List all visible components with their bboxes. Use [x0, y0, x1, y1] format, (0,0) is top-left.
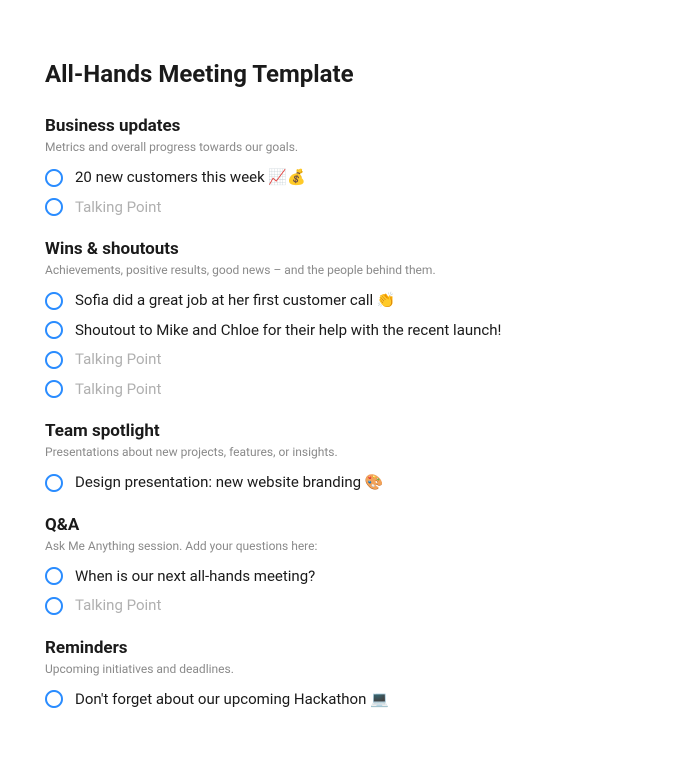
item-list: Sofia did a great job at her first custo… [45, 291, 639, 399]
list-item[interactable]: Don't forget about our upcoming Hackatho… [45, 690, 639, 710]
item-text[interactable]: Design presentation: new website brandin… [75, 473, 383, 493]
item-placeholder-text[interactable]: Talking Point [75, 380, 161, 400]
section: Reminders Upcoming initiatives and deadli… [45, 638, 639, 710]
item-text[interactable]: 20 new customers this week 📈💰 [75, 168, 306, 188]
list-item[interactable]: Talking Point [45, 596, 639, 616]
page-title: All-Hands Meeting Template [45, 60, 639, 88]
section-subtitle: Achievements, positive results, good new… [45, 263, 639, 277]
sections-container: Business updates Metrics and overall prog… [45, 116, 639, 709]
list-item[interactable]: Talking Point [45, 198, 639, 218]
item-list: Don't forget about our upcoming Hackatho… [45, 690, 639, 710]
circle-checkbox-icon[interactable] [45, 292, 63, 310]
circle-checkbox-icon[interactable] [45, 567, 63, 585]
list-item[interactable]: When is our next all-hands meeting? [45, 567, 639, 587]
list-item[interactable]: Sofia did a great job at her first custo… [45, 291, 639, 311]
list-item[interactable]: Shoutout to Mike and Chloe for their hel… [45, 321, 639, 341]
section: Business updates Metrics and overall prog… [45, 116, 639, 217]
circle-checkbox-icon[interactable] [45, 198, 63, 216]
section-title: Q&A [45, 515, 639, 535]
circle-checkbox-icon[interactable] [45, 474, 63, 492]
item-placeholder-text[interactable]: Talking Point [75, 350, 161, 370]
item-placeholder-text[interactable]: Talking Point [75, 198, 161, 218]
section: Wins & shoutouts Achievements, positive r… [45, 239, 639, 399]
circle-checkbox-icon[interactable] [45, 351, 63, 369]
item-text[interactable]: Sofia did a great job at her first custo… [75, 291, 396, 311]
list-item[interactable]: 20 new customers this week 📈💰 [45, 168, 639, 188]
section-subtitle: Ask Me Anything session. Add your questi… [45, 539, 639, 553]
section-title: Team spotlight [45, 421, 639, 441]
list-item[interactable]: Talking Point [45, 380, 639, 400]
section-title: Reminders [45, 638, 639, 658]
circle-checkbox-icon[interactable] [45, 169, 63, 187]
section-title: Wins & shoutouts [45, 239, 639, 259]
circle-checkbox-icon[interactable] [45, 380, 63, 398]
item-text[interactable]: Shoutout to Mike and Chloe for their hel… [75, 321, 501, 341]
item-placeholder-text[interactable]: Talking Point [75, 596, 161, 616]
section: Team spotlight Presentations about new pr… [45, 421, 639, 493]
list-item[interactable]: Design presentation: new website brandin… [45, 473, 639, 493]
item-list: 20 new customers this week 📈💰 Talking Poi… [45, 168, 639, 217]
section-subtitle: Upcoming initiatives and deadlines. [45, 662, 639, 676]
item-text[interactable]: When is our next all-hands meeting? [75, 567, 315, 587]
circle-checkbox-icon[interactable] [45, 321, 63, 339]
circle-checkbox-icon[interactable] [45, 597, 63, 615]
item-list: Design presentation: new website brandin… [45, 473, 639, 493]
list-item[interactable]: Talking Point [45, 350, 639, 370]
circle-checkbox-icon[interactable] [45, 690, 63, 708]
item-list: When is our next all-hands meeting? Talki… [45, 567, 639, 616]
section-subtitle: Metrics and overall progress towards our… [45, 140, 639, 154]
item-text[interactable]: Don't forget about our upcoming Hackatho… [75, 690, 389, 710]
section: Q&A Ask Me Anything session. Add your que… [45, 515, 639, 616]
section-title: Business updates [45, 116, 639, 136]
section-subtitle: Presentations about new projects, featur… [45, 445, 639, 459]
